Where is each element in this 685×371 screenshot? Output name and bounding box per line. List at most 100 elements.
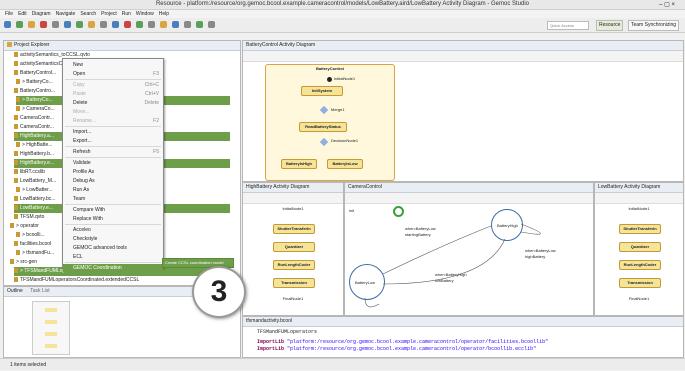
title-bar: Resource - platform:/resource/org.gemoc.… bbox=[0, 0, 685, 10]
menu-item-label: Replace With bbox=[73, 216, 103, 222]
quick-access-input[interactable]: Quick Access bbox=[547, 21, 589, 30]
folder-icon bbox=[7, 42, 12, 47]
diagram-canvas[interactable]: InitialNode1 ShutterTransferIn Quantizer Ru… bbox=[243, 204, 343, 315]
menu-item-copy[interactable]: Copy Ctrl+C bbox=[63, 81, 163, 89]
menu-item-ecl[interactable]: ECL bbox=[63, 253, 163, 261]
diagram-toolbar bbox=[345, 193, 593, 204]
toolbar-action-icon[interactable] bbox=[64, 21, 71, 28]
menu-item-paste[interactable]: Paste Ctrl+V bbox=[63, 90, 163, 98]
menu-item-run-as[interactable]: Run As bbox=[63, 186, 163, 194]
menu-item-open[interactable]: Open F3 bbox=[63, 70, 163, 78]
perspective-resource-button[interactable]: Resource bbox=[596, 20, 624, 31]
activity-node[interactable]: ShutterTransferIn bbox=[273, 224, 315, 234]
outline-tab[interactable]: Outline bbox=[7, 288, 23, 294]
activity-node[interactable]: Quantizer bbox=[273, 242, 315, 252]
menu-item-label: Move... bbox=[73, 109, 90, 115]
menu-window[interactable]: Window bbox=[136, 10, 154, 18]
initial-node-label: InitialNode1 bbox=[334, 76, 356, 81]
file-icon bbox=[14, 205, 18, 210]
menu-item-team[interactable]: Team bbox=[63, 195, 163, 203]
menu-search[interactable]: Search bbox=[80, 10, 96, 18]
menu-item-import[interactable]: Import... bbox=[63, 128, 163, 136]
menu-item-gemoc-coordination[interactable]: GEMOC Coordination bbox=[63, 264, 163, 272]
code-area[interactable]: TFSMandFUMLoperators ImportLib "platform… bbox=[243, 327, 683, 357]
menu-item-refresh[interactable]: Refresh F5 bbox=[63, 148, 163, 156]
toolbar-action-icon[interactable] bbox=[112, 21, 119, 28]
read-battery-node[interactable]: ReadBatteryStatus bbox=[299, 122, 347, 132]
menu-item-profile-as[interactable]: Profile As bbox=[63, 168, 163, 176]
toolbar-action-icon[interactable] bbox=[160, 21, 167, 28]
menu-edit[interactable]: Edit bbox=[18, 10, 27, 18]
toolbar-action-icon[interactable] bbox=[136, 21, 143, 28]
menu-item-checkstyle[interactable]: Checkstyle bbox=[63, 235, 163, 243]
file-icon bbox=[14, 151, 18, 156]
toolbar-action-icon[interactable] bbox=[88, 21, 95, 28]
tree-item-label: > BatteryCo... bbox=[22, 97, 53, 103]
outline-node bbox=[45, 344, 57, 348]
menu-project[interactable]: Project bbox=[101, 10, 117, 18]
menu-item-label: GEMOC Coordination bbox=[73, 265, 122, 271]
toolbar-action-icon[interactable] bbox=[52, 21, 59, 28]
menu-item-gemoc-advanced-tools[interactable]: GEMOC advanced tools bbox=[63, 244, 163, 252]
menu-item-replace-with[interactable]: Replace With bbox=[63, 215, 163, 223]
toolbar-action-icon[interactable] bbox=[196, 21, 203, 28]
menu-item-acceleo[interactable]: Acceleo bbox=[63, 226, 163, 234]
code-line: ImportLib "platform:/resource/org.gemoc.… bbox=[257, 339, 549, 345]
activity-node[interactable]: Transmission bbox=[619, 278, 661, 288]
diagram-canvas[interactable]: InitialNode1 ShutterTransferIn Quantizer Ru… bbox=[595, 204, 683, 315]
toolbar-action-icon[interactable] bbox=[4, 21, 11, 28]
toolbar-action-icon[interactable] bbox=[28, 21, 35, 28]
menu-item-label: Acceleo bbox=[73, 227, 91, 233]
high-battery-tab[interactable]: HighBattery Activity Diagram bbox=[243, 183, 343, 193]
menu-diagram[interactable]: Diagram bbox=[32, 10, 51, 18]
toolbar-action-icon[interactable] bbox=[124, 21, 131, 28]
camera-control-tab[interactable]: CameraControl bbox=[345, 183, 593, 193]
menu-help[interactable]: Help bbox=[159, 10, 169, 18]
file-icon bbox=[14, 277, 18, 282]
toolbar-action-icon[interactable] bbox=[100, 21, 107, 28]
tree-item-label: LowBattery.e... bbox=[20, 205, 53, 211]
initial-node[interactable] bbox=[327, 77, 332, 82]
toolbar-action-icon[interactable] bbox=[184, 21, 191, 28]
toolbar-action-icon[interactable] bbox=[40, 21, 47, 28]
toolbar-action-icon[interactable] bbox=[76, 21, 83, 28]
menu-navigate[interactable]: Navigate bbox=[56, 10, 76, 18]
activity-node[interactable]: Quantizer bbox=[619, 242, 661, 252]
menu-item-move[interactable]: Move... bbox=[63, 108, 163, 116]
state-canvas[interactable]: init BatteryHigh BatteryLow when:Battery… bbox=[345, 204, 593, 315]
init-system-node[interactable]: InitSystem bbox=[301, 86, 343, 96]
menu-item-compare-with[interactable]: Compare With bbox=[63, 206, 163, 214]
low-battery-tab[interactable]: LowBattery Activity Diagram bbox=[595, 183, 683, 193]
toolbar-action-icon[interactable] bbox=[208, 21, 215, 28]
activity-node[interactable]: RunLengthCoder bbox=[273, 260, 315, 270]
battery-low-node[interactable]: BatteryIsLow bbox=[327, 159, 363, 169]
activity-node[interactable]: RunLengthCoder bbox=[619, 260, 661, 270]
outline-thumbnail[interactable] bbox=[32, 301, 70, 355]
perspective-team-button[interactable]: Team Synchronizing bbox=[628, 20, 680, 31]
menu-file[interactable]: File bbox=[5, 10, 13, 18]
menu-item-rename[interactable]: Rename... F2 bbox=[63, 117, 163, 125]
battery-control-tab[interactable]: BatteryControl Activity Diagram bbox=[243, 41, 683, 51]
bcool-tab[interactable]: tfsmandactivity.bcool bbox=[243, 317, 683, 327]
toolbar-action-icon[interactable] bbox=[148, 21, 155, 28]
menu-run[interactable]: Run bbox=[122, 10, 131, 18]
diagram-canvas[interactable]: BatteryControl InitialNode1 InitSystem M… bbox=[243, 62, 683, 181]
menu-item-label: Import... bbox=[73, 129, 92, 135]
activity-node[interactable]: ShutterTransferIn bbox=[619, 224, 661, 234]
menu-item-export[interactable]: Export... bbox=[63, 137, 163, 145]
toolbar-action-icon[interactable] bbox=[16, 21, 23, 28]
menu-item-debug-as[interactable]: Debug As bbox=[63, 177, 163, 185]
project-explorer-tab[interactable]: Project Explorer bbox=[4, 41, 240, 51]
tree-item-label: > bcoolli... bbox=[22, 232, 45, 238]
battery-high-node[interactable]: BatteryIsHigh bbox=[281, 159, 317, 169]
menu-item-new[interactable]: New bbox=[63, 61, 163, 69]
menu-item-label: Rename... bbox=[73, 118, 97, 124]
transitions-svg bbox=[364, 223, 541, 308]
window-controls[interactable]: – ▢ × bbox=[659, 1, 675, 8]
toolbar-action-icon[interactable] bbox=[172, 21, 179, 28]
task-list-tab[interactable]: Task List bbox=[30, 288, 49, 294]
menu-item-delete[interactable]: Delete Delete bbox=[63, 99, 163, 107]
activity-node[interactable]: Transmission bbox=[273, 278, 315, 288]
menu-item-label: Delete bbox=[73, 100, 88, 106]
menu-item-validate[interactable]: Validate bbox=[63, 159, 163, 167]
